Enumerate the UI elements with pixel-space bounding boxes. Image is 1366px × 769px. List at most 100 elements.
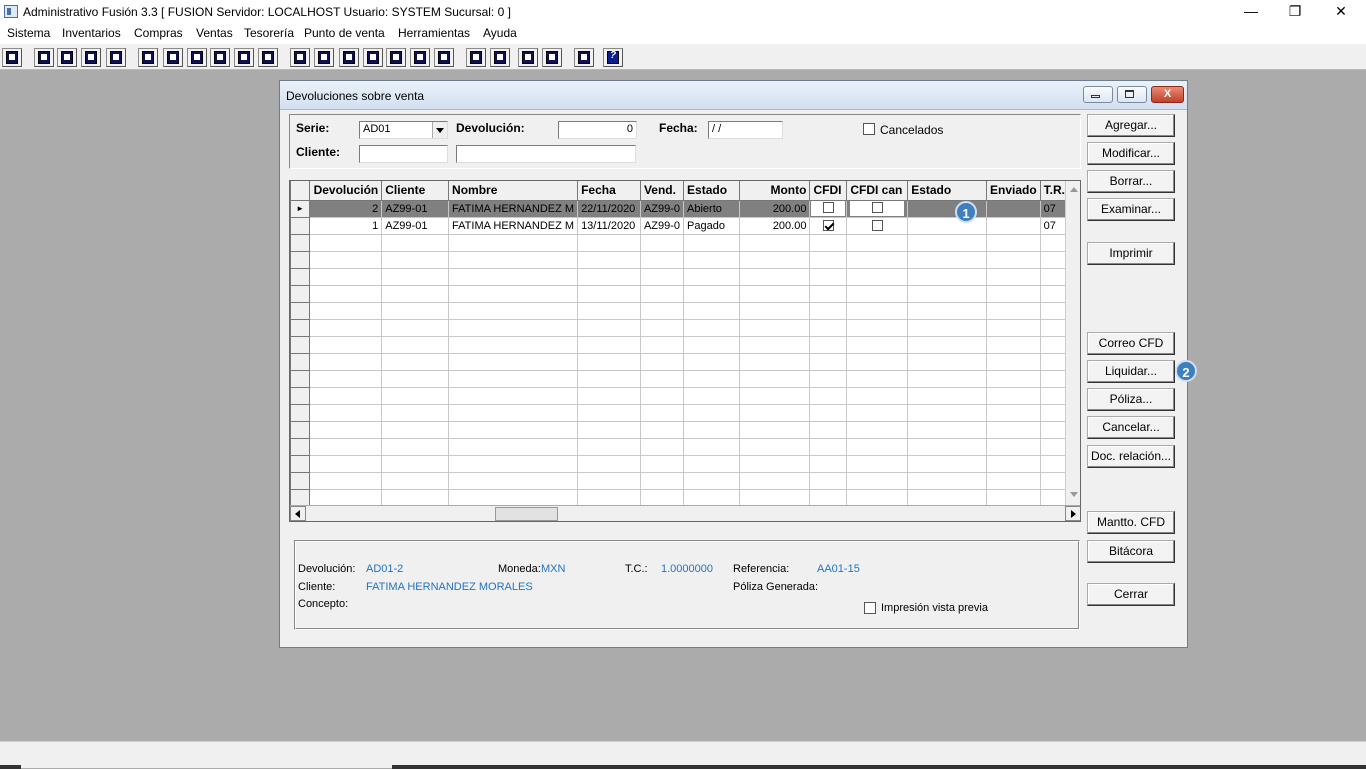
chevron-down-icon[interactable] bbox=[432, 122, 447, 138]
col-cliente[interactable]: Cliente bbox=[381, 181, 450, 201]
cell-cfdi[interactable] bbox=[809, 199, 848, 218]
empty-cell[interactable] bbox=[448, 335, 579, 354]
user-icon[interactable] bbox=[138, 48, 158, 67]
empty-cell[interactable] bbox=[985, 488, 1041, 507]
cell-enviado[interactable] bbox=[985, 199, 1041, 218]
empty-cell[interactable] bbox=[846, 454, 909, 473]
empty-cell[interactable] bbox=[907, 386, 987, 405]
empty-cell[interactable] bbox=[309, 386, 383, 405]
cell-monto[interactable]: 200.00 bbox=[739, 216, 811, 235]
empty-cell[interactable] bbox=[683, 420, 741, 439]
empty-cell[interactable] bbox=[639, 420, 685, 439]
dialog-minimize-button[interactable] bbox=[1083, 86, 1113, 103]
empty-table-row[interactable] bbox=[290, 488, 1080, 507]
empty-cell[interactable] bbox=[739, 233, 811, 252]
empty-cell[interactable] bbox=[639, 284, 685, 303]
empty-cell[interactable] bbox=[907, 250, 987, 269]
empty-cell[interactable] bbox=[381, 454, 450, 473]
empty-cell[interactable] bbox=[739, 437, 811, 456]
empty-cell[interactable] bbox=[846, 403, 909, 422]
empty-cell[interactable] bbox=[577, 318, 641, 337]
empty-cell[interactable] bbox=[985, 267, 1041, 286]
cfdi-can-checkbox[interactable] bbox=[871, 220, 883, 232]
cell-estado[interactable]: Abierto bbox=[683, 199, 741, 218]
empty-cell[interactable] bbox=[639, 403, 685, 422]
empty-table-row[interactable] bbox=[290, 233, 1080, 252]
empty-cell[interactable] bbox=[577, 386, 641, 405]
serie-select[interactable]: AD01 bbox=[359, 121, 448, 139]
empty-cell[interactable] bbox=[739, 250, 811, 269]
empty-cell[interactable] bbox=[809, 335, 848, 354]
scroll-down-icon[interactable] bbox=[1070, 492, 1078, 497]
empty-cell[interactable] bbox=[683, 437, 741, 456]
money-icon[interactable] bbox=[386, 48, 406, 67]
empty-cell[interactable] bbox=[381, 318, 450, 337]
modificar-button[interactable]: Modificar... bbox=[1087, 142, 1175, 165]
add-icon[interactable] bbox=[363, 48, 383, 67]
grid-horizontal-scrollbar[interactable] bbox=[290, 505, 1080, 521]
col-cfdi[interactable]: CFDI bbox=[809, 181, 848, 201]
empty-cell[interactable] bbox=[809, 403, 848, 422]
col-enviado[interactable]: Enviado bbox=[985, 181, 1041, 201]
empty-table-row[interactable] bbox=[290, 335, 1080, 354]
scroll-left-button[interactable] bbox=[290, 506, 306, 521]
empty-table-row[interactable] bbox=[290, 454, 1080, 473]
empty-cell[interactable] bbox=[577, 352, 641, 371]
maximize-button[interactable]: ❐ bbox=[1272, 0, 1318, 24]
undo-icon[interactable] bbox=[542, 48, 562, 67]
cell-cfdi[interactable] bbox=[809, 216, 848, 235]
empty-cell[interactable] bbox=[639, 471, 685, 490]
empty-cell[interactable] bbox=[683, 471, 741, 490]
empty-cell[interactable] bbox=[577, 267, 641, 286]
empty-cell[interactable] bbox=[381, 233, 450, 252]
empty-cell[interactable] bbox=[985, 250, 1041, 269]
doc-relacion-button[interactable]: Doc. relación... bbox=[1087, 445, 1175, 468]
empty-cell[interactable] bbox=[639, 318, 685, 337]
empty-cell[interactable] bbox=[739, 471, 811, 490]
empty-cell[interactable] bbox=[448, 369, 579, 388]
export-icon[interactable] bbox=[339, 48, 359, 67]
empty-cell[interactable] bbox=[985, 454, 1041, 473]
cfdi-checkbox-checked[interactable] bbox=[822, 220, 834, 232]
empty-cell[interactable] bbox=[985, 471, 1041, 490]
menu-ayuda[interactable]: Ayuda bbox=[483, 26, 517, 40]
empty-cell[interactable] bbox=[846, 335, 909, 354]
empty-cell[interactable] bbox=[683, 488, 741, 507]
copy-icon[interactable] bbox=[34, 48, 54, 67]
menu-tesoreria[interactable]: Tesorería bbox=[244, 26, 294, 40]
empty-cell[interactable] bbox=[639, 335, 685, 354]
empty-cell[interactable] bbox=[809, 437, 848, 456]
empty-cell[interactable] bbox=[907, 318, 987, 337]
scroll-right-button[interactable] bbox=[1065, 506, 1080, 521]
empty-cell[interactable] bbox=[381, 250, 450, 269]
cancelados-checkbox[interactable] bbox=[863, 123, 875, 135]
empty-cell[interactable] bbox=[809, 386, 848, 405]
empty-cell[interactable] bbox=[639, 454, 685, 473]
empty-cell[interactable] bbox=[577, 454, 641, 473]
empty-cell[interactable] bbox=[577, 335, 641, 354]
print-icon[interactable] bbox=[187, 48, 207, 67]
document-icon[interactable] bbox=[234, 48, 254, 67]
cfdi-checkbox[interactable] bbox=[822, 201, 834, 213]
empty-cell[interactable] bbox=[683, 267, 741, 286]
empty-cell[interactable] bbox=[846, 284, 909, 303]
empty-cell[interactable] bbox=[739, 267, 811, 286]
empty-cell[interactable] bbox=[985, 437, 1041, 456]
empty-cell[interactable] bbox=[683, 403, 741, 422]
scroll-up-icon[interactable] bbox=[1070, 187, 1078, 192]
empty-cell[interactable] bbox=[985, 386, 1041, 405]
empty-cell[interactable] bbox=[809, 471, 848, 490]
empty-cell[interactable] bbox=[907, 471, 987, 490]
col-estado[interactable]: Estado bbox=[683, 181, 741, 201]
dialog-close-button[interactable]: X bbox=[1151, 86, 1184, 103]
empty-cell[interactable] bbox=[683, 250, 741, 269]
col-nombre[interactable]: Nombre bbox=[448, 181, 579, 201]
empty-cell[interactable] bbox=[683, 284, 741, 303]
empty-cell[interactable] bbox=[639, 488, 685, 507]
empty-cell[interactable] bbox=[448, 233, 579, 252]
empty-cell[interactable] bbox=[809, 420, 848, 439]
empty-cell[interactable] bbox=[309, 369, 383, 388]
empty-cell[interactable] bbox=[809, 233, 848, 252]
transfer-icon[interactable] bbox=[81, 48, 101, 67]
empty-cell[interactable] bbox=[639, 250, 685, 269]
